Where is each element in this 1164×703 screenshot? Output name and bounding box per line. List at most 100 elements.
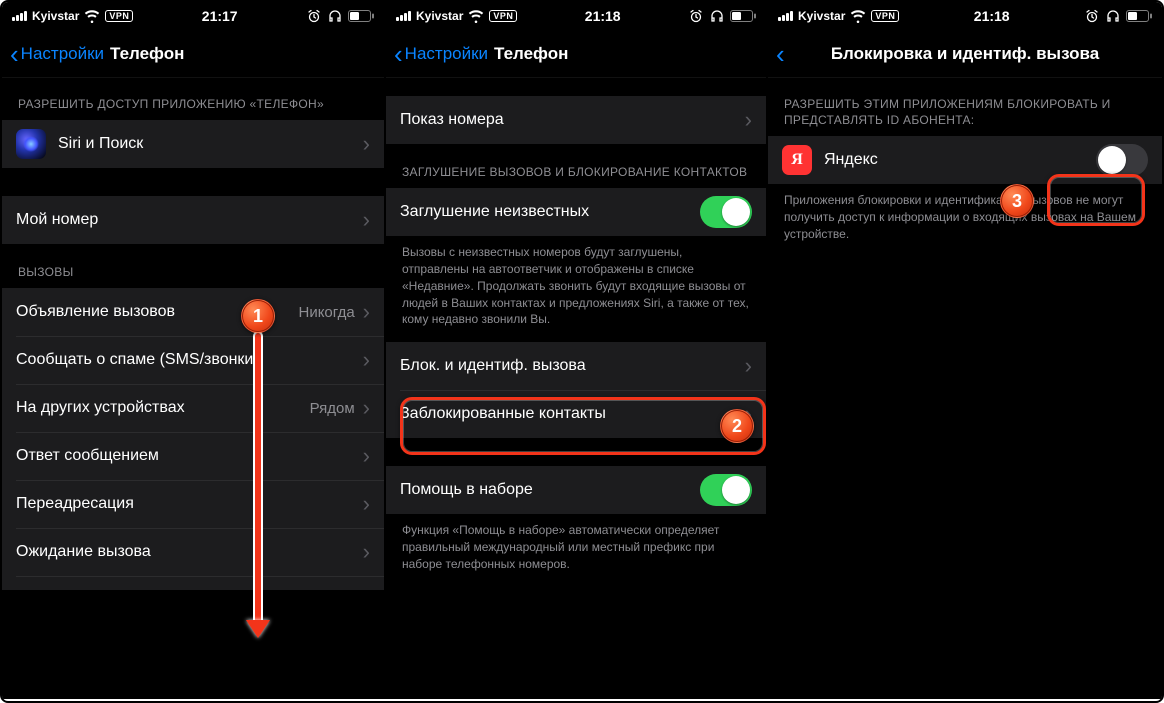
carrier-label: Kyivstar <box>416 9 463 23</box>
row-label: Мой номер <box>16 211 363 229</box>
signal-icon <box>778 11 793 21</box>
row-siri-search[interactable]: Siri и Поиск › <box>2 120 384 168</box>
phone-screen-3: Kyivstar VPN 21:18 ‹ Блокировка и иденти… <box>766 2 1162 699</box>
signal-icon <box>396 11 411 21</box>
chevron-right-icon: › <box>363 395 370 421</box>
status-time: 21:18 <box>585 8 621 24</box>
callout-badge-1: 1 <box>241 299 275 333</box>
page-title: Телефон <box>110 44 184 64</box>
wifi-icon <box>468 9 484 23</box>
row-reply-message[interactable]: Ответ сообщением › <box>2 432 384 480</box>
chevron-right-icon: › <box>363 131 370 157</box>
chevron-left-icon: ‹ <box>10 41 19 67</box>
chevron-right-icon: › <box>745 107 752 133</box>
section-header-apps: РАЗРЕШИТЬ ЭТИМ ПРИЛОЖЕНИЯМ БЛОКИРОВАТЬ И… <box>768 78 1162 136</box>
chevron-right-icon: › <box>363 491 370 517</box>
row-label: Заблокированные контакты <box>400 405 745 423</box>
wifi-icon <box>850 9 866 23</box>
row-label: Заглушение неизвестных <box>400 203 700 221</box>
callout-badge-2: 2 <box>720 409 754 443</box>
section-header-calls: ВЫЗОВЫ <box>2 244 384 288</box>
chevron-right-icon: › <box>363 207 370 233</box>
row-other-devices[interactable]: На других устройствах Рядом › <box>2 384 384 432</box>
back-button[interactable]: ‹ Настройки <box>394 41 488 67</box>
chevron-left-icon: ‹ <box>394 41 403 67</box>
back-label: Настройки <box>21 44 104 64</box>
nav-bar: ‹ Блокировка и идентиф. вызова <box>768 30 1162 78</box>
row-label: Переадресация <box>16 495 363 513</box>
toggle-dial-assist[interactable] <box>700 474 752 506</box>
phone-screen-2: Kyivstar VPN 21:18 ‹ Настройки Телефон П… <box>384 2 766 699</box>
settings-content[interactable]: РАЗРЕШИТЬ ДОСТУП ПРИЛОЖЕНИЮ «ТЕЛЕФОН» Si… <box>2 78 384 699</box>
callout-arrowhead-1 <box>246 620 270 638</box>
page-title: Телефон <box>494 44 568 64</box>
settings-content[interactable]: Показ номера › ЗАГЛУШЕНИЕ ВЫЗОВОВ И БЛОК… <box>386 78 766 699</box>
row-value: Никогда <box>298 304 354 321</box>
status-bar: Kyivstar VPN 21:17 <box>2 2 384 30</box>
row-blocked-contacts[interactable]: Заблокированные контакты › <box>386 390 766 438</box>
nav-bar: ‹ Настройки Телефон <box>2 30 384 78</box>
row-label: На других устройствах <box>16 399 310 417</box>
headphones-icon <box>327 9 343 23</box>
settings-content[interactable]: РАЗРЕШИТЬ ЭТИМ ПРИЛОЖЕНИЯМ БЛОКИРОВАТЬ И… <box>768 78 1162 699</box>
row-silence-unknown[interactable]: Заглушение неизвестных <box>386 188 766 236</box>
battery-icon <box>730 10 756 22</box>
row-value: Рядом <box>310 400 355 417</box>
section-footer-dial-assist: Функция «Помощь в наборе» автоматически … <box>386 514 766 576</box>
phone-screen-1: Kyivstar VPN 21:17 ‹ Настройки Телефон Р… <box>2 2 384 699</box>
chevron-right-icon: › <box>363 299 370 325</box>
row-yandex[interactable]: Я Яндекс <box>768 136 1162 184</box>
toggle-yandex[interactable] <box>1096 144 1148 176</box>
section-footer-apps: Приложения блокировки и идентификации вы… <box>768 184 1162 246</box>
tutorial-composite: Kyivstar VPN 21:17 ‹ Настройки Телефон Р… <box>0 0 1164 703</box>
signal-icon <box>12 11 27 21</box>
row-label: Ожидание вызова <box>16 543 363 561</box>
callout-arrow-1 <box>255 333 261 623</box>
chevron-right-icon: › <box>363 539 370 565</box>
row-partial[interactable] <box>2 576 384 590</box>
section-footer-silence: Вызовы с неизвестных номеров будут заглу… <box>386 236 766 332</box>
vpn-badge: VPN <box>105 10 133 22</box>
carrier-label: Kyivstar <box>32 9 79 23</box>
battery-icon <box>1126 10 1152 22</box>
chevron-right-icon: › <box>363 347 370 373</box>
vpn-badge: VPN <box>871 10 899 22</box>
row-label: Блок. и идентиф. вызова <box>400 357 745 375</box>
section-header-silence: ЗАГЛУШЕНИЕ ВЫЗОВОВ И БЛОКИРОВАНИЕ КОНТАК… <box>386 144 766 188</box>
nav-bar: ‹ Настройки Телефон <box>386 30 766 78</box>
alarm-icon <box>688 9 704 23</box>
row-my-number[interactable]: Мой номер › <box>2 196 384 244</box>
page-title: Блокировка и идентиф. вызова <box>768 44 1162 64</box>
chevron-right-icon: › <box>363 443 370 469</box>
chevron-right-icon: › <box>745 353 752 379</box>
status-time: 21:17 <box>202 8 238 24</box>
row-forwarding[interactable]: Переадресация › <box>2 480 384 528</box>
row-show-caller-id[interactable]: Показ номера › <box>386 96 766 144</box>
callout-badge-3: 3 <box>1000 184 1034 218</box>
siri-icon <box>16 129 46 159</box>
row-announce-calls[interactable]: Объявление вызовов Никогда › <box>2 288 384 336</box>
alarm-icon <box>1084 9 1100 23</box>
row-label: Siri и Поиск <box>58 135 363 153</box>
row-call-blocking-id[interactable]: Блок. и идентиф. вызова › <box>386 342 766 390</box>
alarm-icon <box>306 9 322 23</box>
row-call-waiting[interactable]: Ожидание вызова › <box>2 528 384 576</box>
row-spam-report[interactable]: Сообщать о спаме (SMS/звонки) › <box>2 336 384 384</box>
section-header-access: РАЗРЕШИТЬ ДОСТУП ПРИЛОЖЕНИЮ «ТЕЛЕФОН» <box>2 78 384 120</box>
yandex-icon: Я <box>782 145 812 175</box>
vpn-badge: VPN <box>489 10 517 22</box>
status-bar: Kyivstar VPN 21:18 <box>386 2 766 30</box>
status-bar: Kyivstar VPN 21:18 <box>768 2 1162 30</box>
row-label: Показ номера <box>400 111 745 129</box>
row-label: Помощь в наборе <box>400 481 700 499</box>
back-button[interactable]: ‹ Настройки <box>10 41 104 67</box>
wifi-icon <box>84 9 100 23</box>
headphones-icon <box>709 9 725 23</box>
carrier-label: Kyivstar <box>798 9 845 23</box>
headphones-icon <box>1105 9 1121 23</box>
status-time: 21:18 <box>974 8 1010 24</box>
toggle-silence-unknown[interactable] <box>700 196 752 228</box>
row-dial-assist[interactable]: Помощь в наборе <box>386 466 766 514</box>
row-label: Сообщать о спаме (SMS/звонки) <box>16 351 363 369</box>
row-label: Яндекс <box>824 151 1096 169</box>
